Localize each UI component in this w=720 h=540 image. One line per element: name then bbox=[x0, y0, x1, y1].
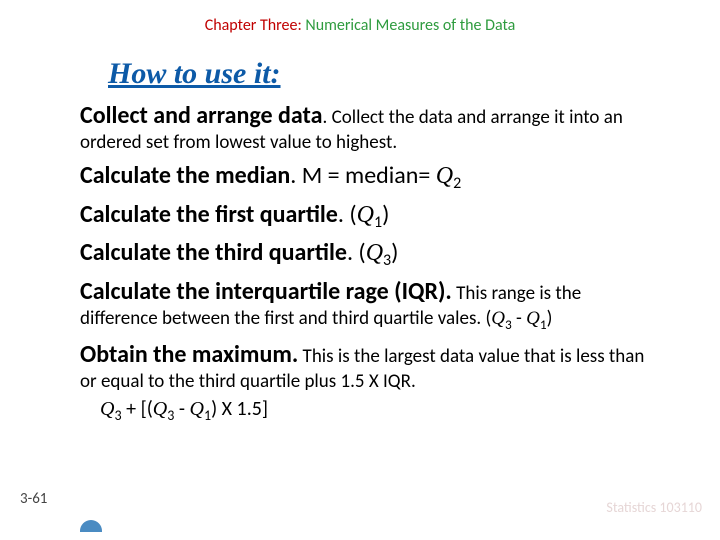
math-q: Q bbox=[491, 308, 505, 329]
math-sub: 3 bbox=[383, 251, 391, 270]
math-q: Q bbox=[190, 398, 204, 420]
step-median: Calculate the median. M = median= Q2 bbox=[80, 161, 660, 194]
section-heading: How to use it: bbox=[108, 57, 660, 91]
chapter-title: Numerical Measures of the Data bbox=[305, 16, 515, 35]
step-text: ) bbox=[391, 238, 398, 267]
step-lead: Calculate the interquartile rage (IQR). bbox=[80, 277, 452, 306]
math-sub: 2 bbox=[453, 174, 461, 193]
step-q3: Calculate the third quartile. (Q3) bbox=[80, 238, 660, 271]
step-q1: Calculate the first quartile. (Q1) bbox=[80, 200, 660, 233]
step-text: ) bbox=[382, 200, 389, 229]
math-sub: 1 bbox=[204, 407, 211, 424]
step-collect: Collect and arrange data. Collect the da… bbox=[80, 101, 660, 155]
step-text: - bbox=[512, 307, 526, 330]
math-sub: 1 bbox=[374, 212, 382, 231]
footer-right: Statistics 103110 bbox=[606, 499, 702, 516]
step-lead: Obtain the maximum. bbox=[80, 340, 298, 369]
chapter-header: Chapter Three: Numerical Measures of the… bbox=[0, 0, 720, 35]
math-q: Q bbox=[100, 398, 114, 420]
chapter-label: Chapter Three: bbox=[205, 16, 306, 35]
step-max: Obtain the maximum. This is the largest … bbox=[80, 340, 660, 425]
step-formula: Q3 + [(Q3 - Q1) X 1.5] bbox=[80, 397, 660, 425]
step-lead: Calculate the first quartile bbox=[80, 200, 338, 229]
step-lead: Calculate the median bbox=[80, 161, 290, 190]
step-iqr: Calculate the interquartile rage (IQR). … bbox=[80, 277, 660, 333]
page-number: 3-61 bbox=[20, 490, 47, 508]
math-sub: 3 bbox=[114, 407, 121, 424]
step-text: . ( bbox=[338, 200, 357, 229]
math-q: Q bbox=[366, 240, 383, 266]
math-q: Q bbox=[436, 163, 453, 189]
math-q: Q bbox=[153, 398, 167, 420]
step-text: . ( bbox=[347, 238, 366, 267]
step-text: . M = median= bbox=[290, 161, 436, 190]
step-text: ) bbox=[547, 307, 553, 330]
step-text: - bbox=[174, 397, 189, 421]
math-q: Q bbox=[357, 202, 374, 228]
step-text: ) X 1.5] bbox=[211, 397, 268, 421]
math-sub: 1 bbox=[540, 316, 547, 333]
slide-content: How to use it: Collect and arrange data.… bbox=[0, 35, 720, 425]
step-lead: Collect and arrange data bbox=[80, 101, 322, 130]
math-q: Q bbox=[526, 308, 540, 329]
slide-accent-icon bbox=[80, 520, 102, 532]
math-sub: 3 bbox=[505, 316, 512, 333]
step-lead: Calculate the third quartile bbox=[80, 238, 347, 267]
step-text: + [( bbox=[122, 397, 153, 421]
